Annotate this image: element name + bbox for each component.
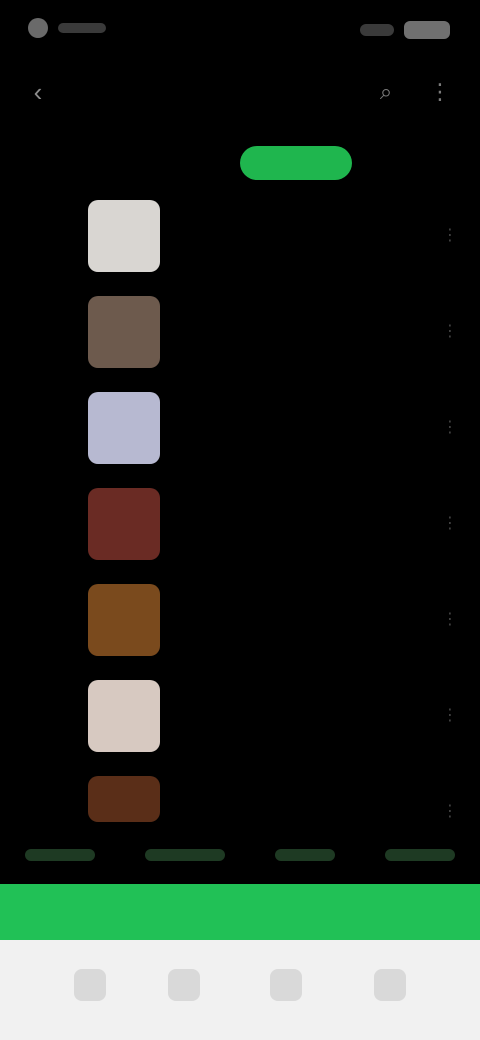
status-indicator-icon (28, 18, 48, 38)
more-icon[interactable]: ⋮ (438, 410, 462, 444)
nav-icon (374, 969, 406, 1001)
track-row[interactable]: ⋮ (0, 674, 480, 766)
album-art (88, 200, 160, 272)
track-rank (10, 508, 60, 538)
track-row[interactable]: ⋮ (0, 578, 480, 670)
track-row[interactable]: ⋮ (0, 194, 480, 286)
track-row[interactable]: ⋮ (0, 386, 480, 478)
status-time (58, 23, 106, 33)
more-icon[interactable]: ⋮ (438, 794, 462, 828)
track-title (178, 702, 273, 722)
track-rank (10, 604, 60, 634)
play-all-button[interactable] (0, 884, 480, 940)
battery-icon (404, 21, 450, 39)
track-title (178, 318, 428, 338)
track-title (178, 606, 388, 626)
status-right (330, 18, 450, 42)
bottom-nav (0, 940, 480, 1040)
album-art (88, 584, 160, 656)
album-art (88, 488, 160, 560)
track-rank (10, 220, 60, 250)
status-bar (0, 0, 480, 56)
track-title (178, 222, 408, 242)
nav-icon (168, 969, 200, 1001)
chart-tabs (0, 138, 480, 188)
track-list: ⋮ ⋮ ⋮ ⋮ ⋮ ⋮ ⋮ (0, 194, 480, 834)
track-rank (10, 796, 60, 826)
nav-item-4[interactable] (356, 954, 424, 1024)
nav-item-2[interactable] (150, 954, 218, 1024)
footer-pill (275, 849, 335, 861)
nav-icon (74, 969, 106, 1001)
page-title (200, 74, 280, 110)
track-row[interactable]: ⋮ (0, 290, 480, 382)
track-title (178, 510, 413, 530)
album-art (88, 680, 160, 752)
nav-item-1[interactable] (56, 954, 124, 1024)
signal-icon (360, 24, 394, 36)
more-options-icon[interactable]: ⋮ (422, 74, 458, 110)
more-icon[interactable]: ⋮ (438, 218, 462, 252)
back-icon[interactable]: ‹ (18, 74, 58, 110)
status-left (28, 18, 118, 38)
tab-2[interactable] (145, 146, 237, 180)
search-icon[interactable]: ⌕ (368, 74, 404, 110)
footer-pill (25, 849, 95, 861)
track-title (178, 414, 288, 434)
track-row[interactable]: ⋮ (0, 482, 480, 574)
track-rank (10, 412, 60, 442)
footer-pill (145, 849, 225, 861)
more-icon[interactable]: ⋮ (438, 698, 462, 732)
album-art (88, 296, 160, 368)
more-icon[interactable]: ⋮ (438, 506, 462, 540)
album-art (88, 392, 160, 464)
top-app-bar: ‹ ⌕ ⋮ (0, 56, 480, 126)
footer-pill (385, 849, 455, 861)
track-rank (10, 316, 60, 346)
track-title (178, 798, 408, 818)
top-right-actions: ⌕ ⋮ (368, 74, 458, 110)
nav-item-3[interactable] (252, 954, 320, 1024)
tab-4[interactable] (360, 146, 452, 180)
track-rank (10, 700, 60, 730)
tab-3-active[interactable] (240, 146, 352, 180)
footer-strip (0, 830, 480, 880)
tab-1[interactable] (40, 146, 132, 180)
more-icon[interactable]: ⋮ (438, 314, 462, 348)
album-art (88, 776, 160, 822)
more-icon[interactable]: ⋮ (438, 602, 462, 636)
nav-icon (270, 969, 302, 1001)
